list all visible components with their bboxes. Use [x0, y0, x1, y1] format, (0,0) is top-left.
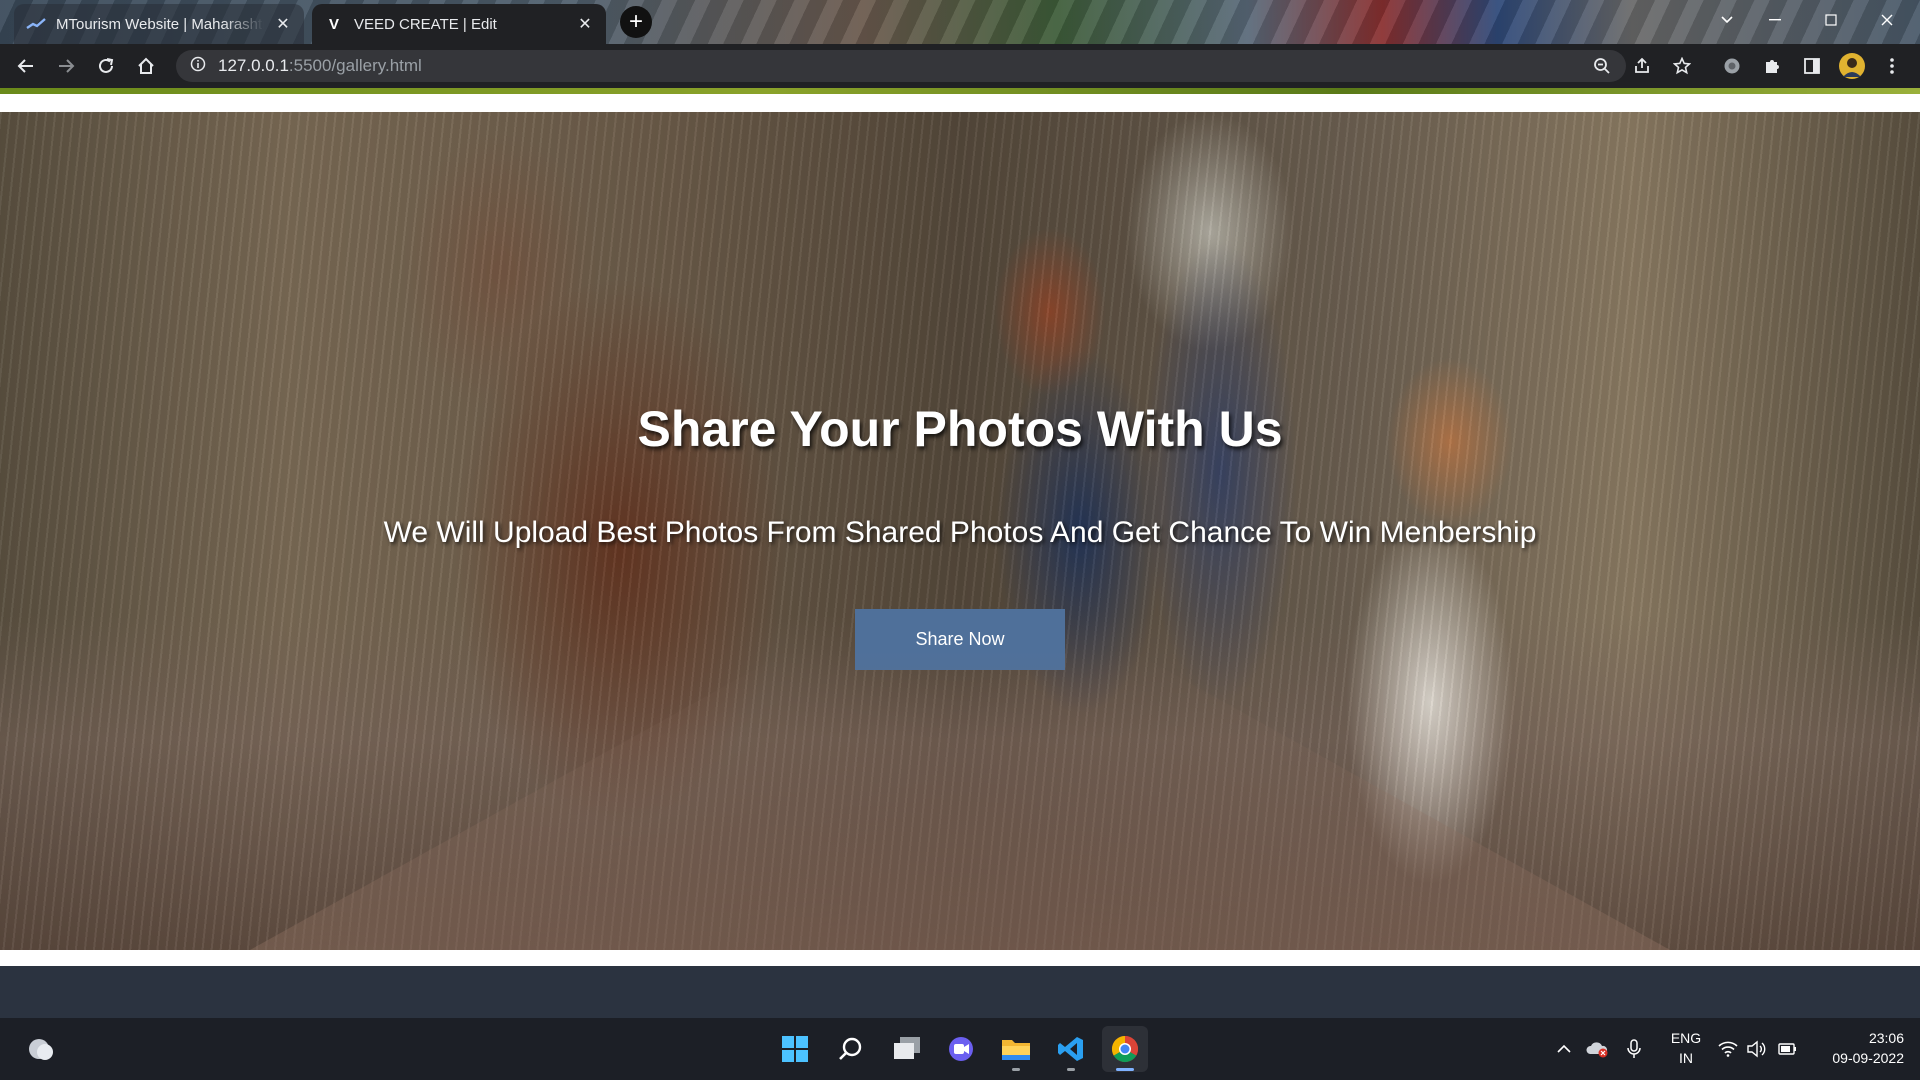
url-path: :5500/gallery.html [288, 56, 422, 75]
zoom-icon[interactable] [1582, 44, 1622, 88]
extension-circle-icon[interactable] [1712, 44, 1752, 88]
menu-kebab-icon[interactable] [1872, 44, 1912, 88]
clock-date: 09-09-2022 [1832, 1050, 1904, 1066]
tab-mtourism[interactable]: MTourism Website | Maharashtra ✕ [14, 4, 304, 44]
system-clock[interactable]: 23:06 09-09-2022 [1800, 1028, 1904, 1068]
page-bottom-border [0, 950, 1920, 966]
reload-button[interactable] [86, 44, 126, 88]
running-indicator [1012, 1068, 1020, 1071]
battery-icon[interactable] [1776, 1018, 1798, 1080]
wifi-icon[interactable] [1718, 1018, 1738, 1080]
onedrive-error-icon[interactable] [1586, 1018, 1610, 1080]
running-indicator [1067, 1068, 1075, 1071]
weather-widget-icon[interactable] [18, 1026, 64, 1072]
tab-title: VEED CREATE | Edit [354, 15, 497, 33]
page-top-border [0, 94, 1920, 112]
share-now-button[interactable]: Share Now [855, 609, 1065, 670]
region-code: IN [1679, 1050, 1693, 1066]
volume-icon[interactable] [1746, 1018, 1766, 1080]
close-icon[interactable]: ✕ [576, 15, 594, 33]
chat-icon[interactable] [938, 1026, 984, 1072]
clock-time: 23:06 [1868, 1030, 1904, 1046]
chrome-icon[interactable] [1102, 1026, 1148, 1072]
show-hidden-icons-chevron-icon[interactable] [1556, 1018, 1572, 1080]
hero-title: Share Your Photos With Us [637, 401, 1283, 457]
windows-taskbar: ENG IN 23:06 09-09-2022 [0, 1018, 1920, 1080]
chevron-down-icon[interactable] [1704, 0, 1750, 40]
profile-avatar[interactable] [1832, 44, 1872, 88]
url-host: 127.0.0.1 [218, 56, 289, 75]
minimize-button[interactable] [1752, 0, 1798, 40]
home-button[interactable] [126, 44, 166, 88]
back-button[interactable] [6, 44, 46, 88]
hero-section: Share Your Photos With Us We Will Upload… [0, 112, 1920, 950]
address-bar[interactable]: 127.0.0.1:5500/gallery.html [176, 50, 1626, 82]
close-icon[interactable]: ✕ [274, 15, 292, 33]
language-indicator[interactable]: ENG IN [1664, 1028, 1708, 1068]
side-panel-icon[interactable] [1792, 44, 1832, 88]
hero-subtitle: We Will Upload Best Photos From Shared P… [383, 516, 1537, 549]
tab-veed[interactable]: V VEED CREATE | Edit ✕ [312, 4, 606, 44]
browser-tabstrip: MTourism Website | Maharashtra ✕ V VEED … [0, 0, 1920, 44]
hero-content: Share Your Photos With Us We Will Upload… [0, 112, 1920, 950]
language-code: ENG [1670, 1030, 1702, 1046]
page-lower-section [0, 966, 1920, 1018]
tab-title: MTourism Website | Maharashtra [56, 15, 264, 33]
url-text: 127.0.0.1:5500/gallery.html [218, 56, 422, 76]
task-view-icon[interactable] [884, 1026, 930, 1072]
browser-toolbar: 127.0.0.1:5500/gallery.html [0, 44, 1920, 88]
share-icon[interactable] [1622, 44, 1662, 88]
site-info-icon[interactable] [190, 56, 206, 77]
file-explorer-icon[interactable] [993, 1026, 1039, 1072]
maximize-button[interactable] [1808, 0, 1854, 40]
new-tab-button[interactable]: + [620, 6, 652, 38]
veed-logo-icon: V [328, 15, 339, 33]
window-close-button[interactable] [1864, 0, 1910, 40]
forward-button[interactable] [46, 44, 86, 88]
mtourism-logo-icon [26, 14, 46, 34]
search-icon[interactable] [828, 1026, 874, 1072]
windows-start-icon[interactable] [772, 1026, 818, 1072]
bookmark-star-icon[interactable] [1662, 44, 1702, 88]
page-viewport: Share Your Photos With Us We Will Upload… [0, 94, 1920, 1018]
running-indicator [1116, 1068, 1134, 1071]
microphone-icon[interactable] [1626, 1018, 1642, 1080]
extensions-puzzle-icon[interactable] [1752, 44, 1792, 88]
vscode-icon[interactable] [1048, 1026, 1094, 1072]
